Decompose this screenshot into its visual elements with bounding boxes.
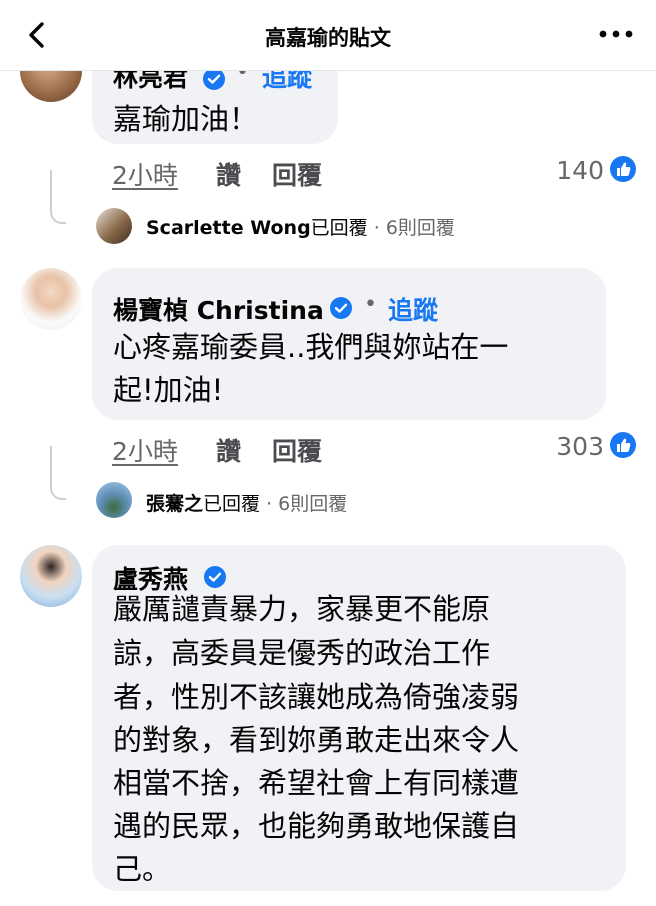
- verified-badge-icon: [204, 566, 226, 588]
- comment-text-line: 相當不捨，希望社會上有同樣遭: [113, 766, 520, 800]
- avatar[interactable]: [20, 268, 82, 330]
- like-button[interactable]: 讚: [216, 432, 241, 468]
- top-bar: 高嘉瑜的貼文: [0, 0, 656, 71]
- like-reaction-icon[interactable]: [610, 156, 636, 182]
- reply-avatar: [96, 482, 132, 518]
- comment-text-line: 起!加油!: [113, 373, 224, 407]
- like-button[interactable]: 讚: [216, 156, 241, 192]
- like-reaction-icon[interactable]: [610, 432, 636, 458]
- avatar[interactable]: [20, 545, 82, 607]
- reply-thread-line: [50, 446, 66, 500]
- comment-time[interactable]: 2小時: [112, 156, 178, 192]
- verified-badge-icon: [330, 297, 352, 319]
- comment-text-line: 己。: [113, 852, 172, 886]
- comment-text: 嘉瑜加油！: [113, 102, 259, 136]
- comment-text-line: 的對象，看到妳勇敢走出來令人: [113, 723, 520, 757]
- comment-text-line: 諒，高委員是優秀的政治工作: [113, 636, 491, 670]
- reply-avatar: [96, 208, 132, 244]
- comment-text-line: 心疼嘉瑜委員..我們與妳站在一: [113, 330, 509, 364]
- comment-text-line: 遇的民眾，也能夠勇敢地保護自: [113, 809, 520, 843]
- reaction-count: 303: [556, 432, 604, 461]
- follow-button[interactable]: 追蹤: [388, 291, 438, 327]
- reply-button[interactable]: 回覆: [272, 432, 322, 468]
- separator-dot: •: [364, 292, 377, 317]
- view-replies-link[interactable]: 張騫之已回覆 · 6則回覆: [146, 489, 347, 516]
- comment-text-line: 嚴厲譴責暴力，家暴更不能原: [113, 592, 491, 626]
- page-title: 高嘉瑜的貼文: [265, 26, 391, 50]
- verified-badge-icon: [203, 68, 225, 90]
- reply-button[interactable]: 回覆: [272, 156, 322, 192]
- reply-thread-line: [50, 170, 66, 224]
- comment-time[interactable]: 2小時: [112, 432, 178, 468]
- reaction-count: 140: [556, 156, 604, 185]
- view-replies-link[interactable]: Scarlette Wong已回覆 · 6則回覆: [146, 213, 455, 240]
- comment-text-line: 者，性別不該讓她成為倚強凌弱: [113, 680, 520, 714]
- more-horizontal-icon[interactable]: [598, 24, 634, 44]
- comment-author[interactable]: 楊寶楨 Christina: [113, 291, 324, 327]
